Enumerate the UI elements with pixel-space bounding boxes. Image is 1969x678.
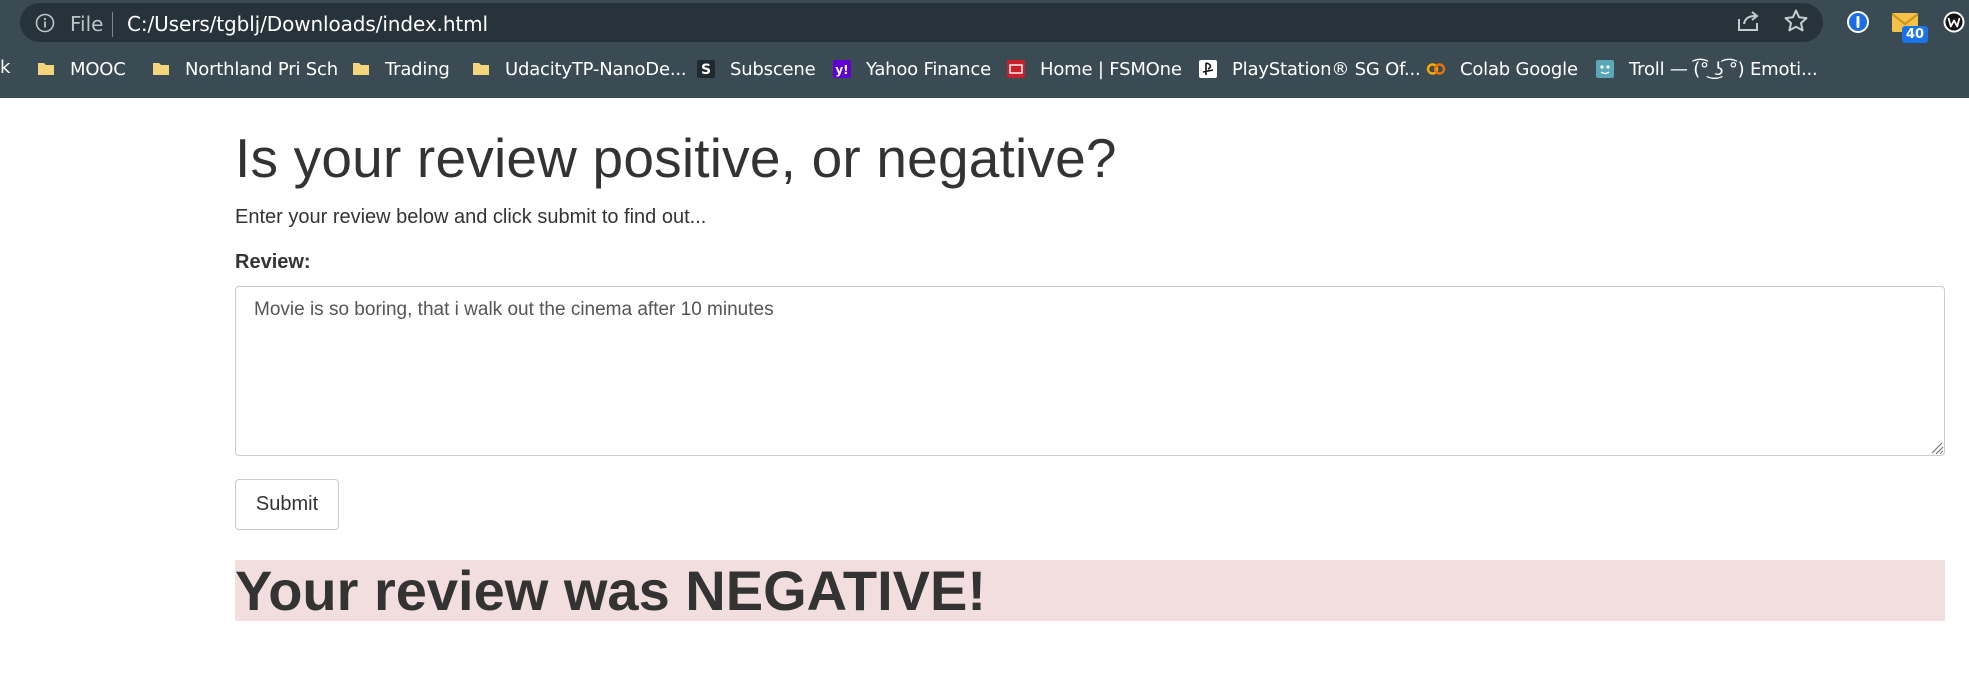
address-separator [112,12,113,37]
1password-icon[interactable] [1846,10,1870,34]
review-label: Review: [235,251,311,273]
submit-button[interactable]: Submit [235,479,339,530]
folder-icon [473,63,489,75]
svg-text:S: S [701,62,711,78]
result-text: Your review was NEGATIVE! [235,559,987,622]
bookmark-udacity[interactable]: UdacityTP-NanoDe... [471,52,687,86]
bookmarks-bar: k MOOC Northland Pri Sch Trading Udacity… [0,52,1969,86]
bookmark-label: Colab Google [1460,58,1578,80]
bookmark-playstation[interactable]: PlayStation® SG Of... [1198,52,1421,86]
result-banner: Your review was NEGATIVE! [235,560,1945,621]
folder-icon [38,63,54,75]
folder-icon [353,63,369,75]
fsmone-icon [1007,60,1025,78]
page-subtitle: Enter your review below and click submit… [235,206,707,228]
bookmark-fragment[interactable]: k [0,57,10,78]
review-textarea[interactable]: Movie is so boring, that i walk out the … [235,286,1945,456]
bookmark-label: Yahoo Finance [866,58,991,80]
url-text[interactable]: C:/Users/tgblj/Downloads/index.html [127,12,488,36]
bookmark-label: MOOC [70,58,126,80]
yahoo-icon: y! [833,60,851,78]
bookmark-colab[interactable]: Colab Google [1426,52,1578,86]
folder-icon [153,63,169,75]
share-icon[interactable] [1736,9,1762,33]
bookmark-northland[interactable]: Northland Pri Sch [151,52,338,86]
bookmark-label: Troll — (͡° ͜ʖ ͡°) Emoti... [1629,58,1818,80]
bookmark-subscene[interactable]: S Subscene [696,52,816,86]
colab-icon [1426,63,1446,75]
info-icon[interactable] [35,13,55,33]
address-bar[interactable]: File C:/Users/tgblj/Downloads/index.html [20,3,1823,42]
bookmark-fsmone[interactable]: Home | FSMOne [1006,52,1182,86]
bookmark-yahoo-finance[interactable]: y! Yahoo Finance [832,52,991,86]
w-extension-icon[interactable] [1942,10,1966,34]
svg-text:y!: y! [835,63,848,77]
troll-icon [1596,60,1614,78]
bookmark-trading[interactable]: Trading [351,52,450,86]
mail-badge: 40 [1902,26,1928,43]
browser-chrome: File C:/Users/tgblj/Downloads/index.html… [0,0,1969,98]
bookmark-label: Northland Pri Sch [185,58,338,80]
bookmark-label: UdacityTP-NanoDe... [505,58,687,80]
bookmark-troll[interactable]: Troll — (͡° ͜ʖ ͡°) Emoti... [1595,52,1818,86]
bookmark-mooc[interactable]: MOOC [36,52,126,86]
playstation-icon [1199,60,1217,78]
resize-grip-icon[interactable] [1929,440,1943,454]
bookmark-label: Trading [385,58,450,80]
scheme-label: File [70,12,104,36]
bookmark-label: PlayStation® SG Of... [1232,58,1421,80]
bookmark-label: Subscene [730,58,816,80]
subscene-icon: S [697,60,715,78]
star-icon[interactable] [1783,8,1809,34]
bookmark-label: Home | FSMOne [1040,58,1182,80]
page-title: Is your review positive, or negative? [235,127,1117,189]
